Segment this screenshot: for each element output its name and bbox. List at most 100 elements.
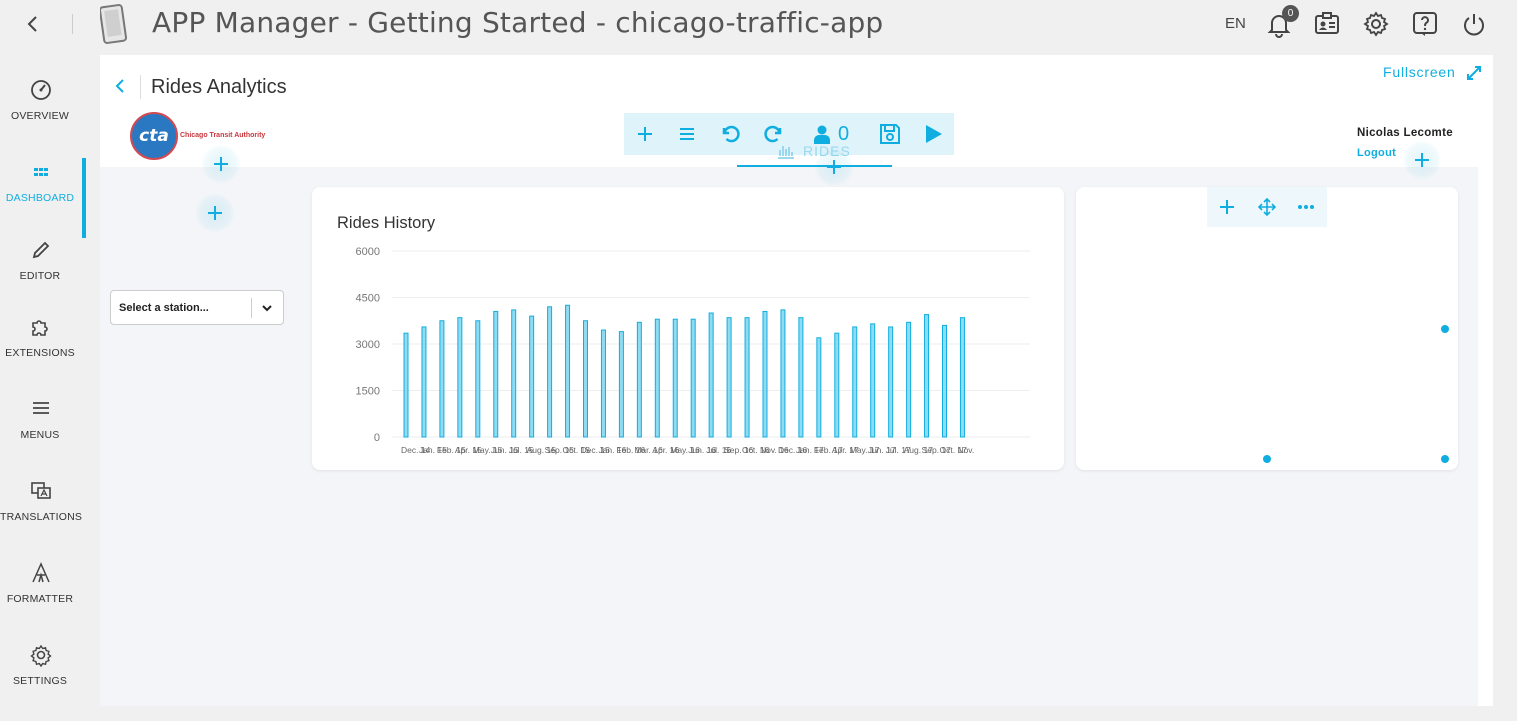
- bar: [654, 318, 660, 438]
- move-icon[interactable]: [1258, 198, 1276, 216]
- bar: [690, 318, 696, 438]
- logo-text: Chicago Transit Authority: [180, 132, 266, 139]
- rides-history-chart: 01500300045006000Dec. 14Jan. 15Feb. 15Ap…: [356, 246, 1030, 455]
- logout-link[interactable]: Logout: [1357, 147, 1396, 159]
- gauge-icon: [31, 80, 51, 100]
- bar: [475, 320, 481, 438]
- bar: [942, 324, 947, 438]
- y-tick-label: 0: [374, 432, 380, 444]
- resize-handle[interactable]: [1441, 455, 1449, 463]
- empty-widget-card: [1076, 187, 1458, 470]
- bar: [816, 337, 822, 438]
- bar: [457, 317, 463, 438]
- formatter-icon: [32, 562, 50, 583]
- station-select-placeholder: Select a station...: [119, 302, 209, 314]
- sidebar-item-label: EXTENSIONS: [5, 347, 75, 359]
- y-tick-label: 4500: [356, 293, 380, 305]
- sidebar-item-settings[interactable]: SETTINGS: [0, 641, 86, 721]
- fullscreen-button[interactable]: Fullscreen: [1383, 64, 1456, 80]
- bar: [798, 317, 804, 438]
- expand-icon[interactable]: [1466, 65, 1482, 81]
- bar: [672, 318, 678, 438]
- bar: [924, 314, 930, 438]
- add-icon: [208, 206, 222, 220]
- more-icon[interactable]: [1297, 198, 1315, 216]
- id-card-icon[interactable]: [1313, 10, 1341, 38]
- y-tick-label: 6000: [356, 246, 380, 258]
- sidebar-item-menus[interactable]: MENUS: [0, 395, 86, 475]
- y-tick-label: 1500: [356, 386, 380, 398]
- chevron-down-icon[interactable]: [260, 301, 274, 315]
- bar: [600, 329, 606, 438]
- sidebar-item-translations[interactable]: TRANSLATIONS: [0, 477, 86, 557]
- pencil-icon: [32, 241, 50, 259]
- cta-logo: cta: [130, 112, 178, 160]
- bar: [421, 326, 427, 438]
- gear-icon[interactable]: [1362, 10, 1390, 38]
- resize-handle[interactable]: [1263, 455, 1271, 463]
- power-icon[interactable]: [1460, 10, 1488, 38]
- add-widget-button[interactable]: [1402, 140, 1442, 180]
- add-widget-button[interactable]: [195, 193, 235, 233]
- x-tick-label: Nov.: [957, 445, 974, 455]
- bar: [493, 310, 499, 438]
- main-panel: Fullscreen Rides Analytics cta Chicago T…: [100, 55, 1493, 706]
- bar-chart-icon: [778, 146, 794, 159]
- bar: [906, 321, 912, 438]
- gear-icon: [30, 644, 52, 667]
- bar: [439, 320, 445, 438]
- add-widget-button[interactable]: [814, 147, 854, 187]
- sidebar-item-dashboard[interactable]: DASHBOARD: [0, 158, 86, 238]
- sidebar-item-label: SETTINGS: [12, 675, 68, 687]
- page-title: Rides Analytics: [151, 76, 287, 98]
- bar: [870, 323, 876, 438]
- sidebar-item-label: DASHBOARD: [5, 192, 75, 204]
- bar: [708, 312, 714, 438]
- add-widget-button[interactable]: [201, 144, 241, 184]
- sidebar: OVERVIEW DASHBOARD EDITOR EXTENSIONS MEN…: [0, 48, 86, 706]
- bar: [852, 326, 858, 438]
- sidebar-item-label: MENUS: [20, 429, 60, 441]
- sidebar-item-label: TRANSLATIONS: [0, 511, 83, 523]
- bar: [547, 306, 553, 438]
- bar: [636, 321, 642, 438]
- bar: [565, 304, 571, 438]
- bar: [780, 309, 786, 438]
- bar: [744, 317, 750, 438]
- translate-icon: [31, 482, 51, 499]
- back-chevron-icon[interactable]: [22, 12, 44, 36]
- language-switcher[interactable]: EN: [1225, 15, 1246, 32]
- bar: [726, 317, 732, 438]
- bar: [403, 332, 409, 438]
- add-icon[interactable]: [1218, 198, 1236, 216]
- sidebar-item-overview[interactable]: OVERVIEW: [0, 76, 86, 156]
- sidebar-item-label: EDITOR: [19, 270, 61, 282]
- notification-badge: 0: [1282, 5, 1299, 22]
- sidebar-item-formatter[interactable]: FORMATTER: [0, 559, 86, 639]
- user-name: Nicolas Lecomte: [1357, 127, 1453, 139]
- resize-handle[interactable]: [1441, 325, 1449, 333]
- add-icon: [214, 157, 228, 171]
- sidebar-item-extensions[interactable]: EXTENSIONS: [0, 313, 86, 393]
- help-icon[interactable]: [1411, 10, 1439, 38]
- bar: [888, 326, 894, 438]
- divider: [140, 75, 141, 99]
- bar: [618, 331, 624, 438]
- station-select[interactable]: Select a station...: [110, 290, 284, 325]
- add-icon: [1415, 153, 1429, 167]
- grid-icon: [34, 168, 48, 176]
- bar: [762, 310, 768, 438]
- dashboard-canvas: Select a station... Rides History 0 1500 3…: [100, 167, 1478, 706]
- top-bar: APP Manager - Getting Started - chicago-…: [0, 0, 1517, 48]
- widget-controls: [1207, 187, 1327, 227]
- play-icon[interactable]: [921, 122, 945, 146]
- rides-history-card: Rides History 0 1500 3000 4500 6000 Dec. 14 Ja…: [312, 187, 1064, 470]
- sidebar-item-label: OVERVIEW: [10, 110, 69, 122]
- sidebar-item-label: FORMATTER: [6, 593, 74, 605]
- add-icon[interactable]: [633, 122, 657, 146]
- hamburger-icon[interactable]: [675, 122, 699, 146]
- bar: [529, 315, 535, 438]
- back-chevron-icon[interactable]: [113, 77, 127, 95]
- bar: [834, 332, 840, 438]
- sidebar-item-editor[interactable]: EDITOR: [0, 236, 86, 316]
